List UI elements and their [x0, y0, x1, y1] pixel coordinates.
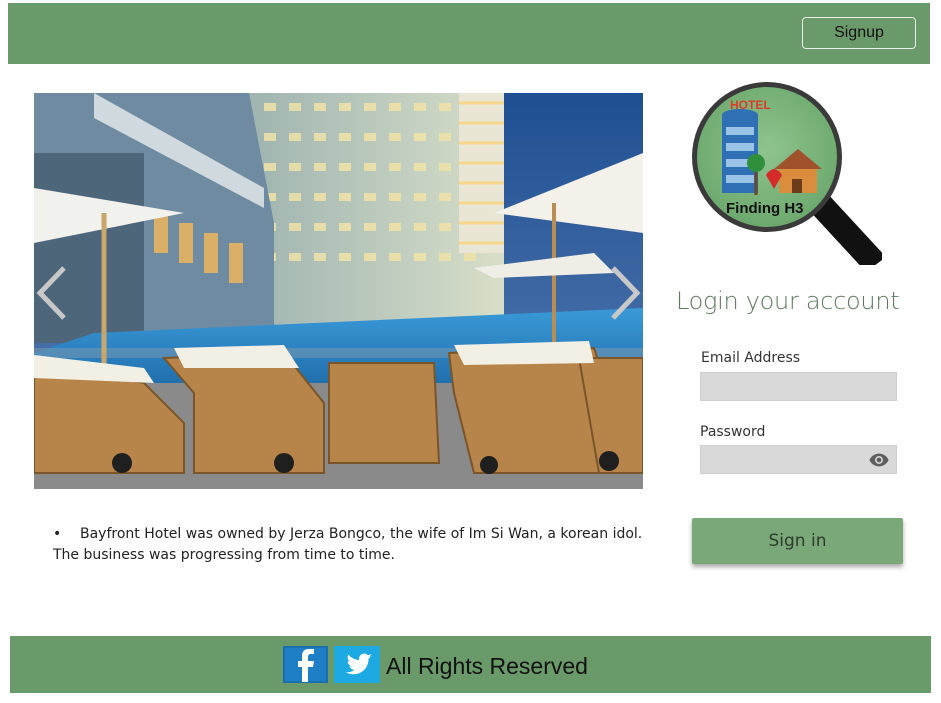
eye-icon[interactable] [868, 449, 890, 471]
chevron-left-icon [36, 266, 66, 320]
signin-button[interactable]: Sign in [692, 518, 903, 564]
top-header-bar [8, 3, 930, 64]
hotel-pool-image [34, 93, 643, 489]
signup-button[interactable]: Signup [802, 17, 916, 49]
footer-copyright-text: All Rights Reserved [386, 653, 588, 679]
logo-badge-text: HOTEL [730, 98, 771, 112]
carousel-next-arrow[interactable] [603, 263, 643, 323]
description-line-2: The business was progressing from time t… [53, 547, 395, 563]
chevron-right-icon [611, 266, 641, 320]
description-line-1: Bayfront Hotel was owned by Jerza Bongco… [80, 526, 643, 542]
email-field[interactable] [700, 372, 897, 401]
password-label: Password [700, 424, 766, 440]
hotel-description: • Bayfront Hotel was owned by Jerza Bongc… [53, 524, 653, 566]
email-label: Email Address [701, 350, 801, 366]
facebook-icon[interactable] [283, 646, 328, 683]
hotel-image-carousel [34, 93, 643, 489]
login-title: Login your account [676, 287, 900, 315]
bullet: • [53, 526, 62, 542]
logo-caption: Finding H3 [726, 200, 804, 217]
carousel-prev-arrow[interactable] [34, 263, 74, 323]
twitter-icon[interactable] [334, 646, 380, 683]
finding-h3-logo: HOTEL Finding H3 [692, 82, 882, 265]
